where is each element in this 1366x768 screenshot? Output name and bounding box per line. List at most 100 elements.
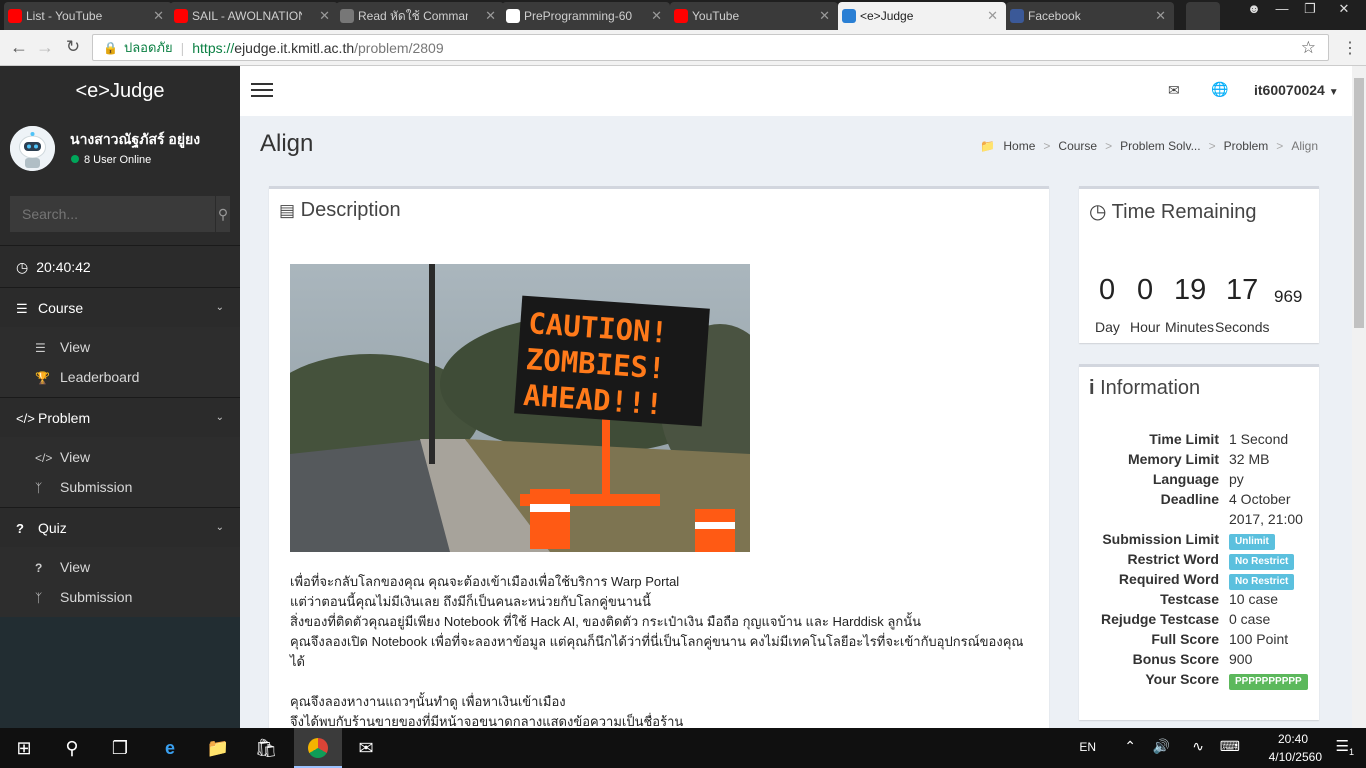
tab-close-icon[interactable]: ✕: [153, 8, 164, 24]
sidebar-item-problem-view[interactable]: </> View: [0, 442, 240, 472]
sidebar-section-problem[interactable]: </> Problem ⌄: [0, 397, 240, 437]
language-indicator[interactable]: EN: [1079, 740, 1096, 754]
sidebar: <e>Judge นางสาวณัฐภัสร์ อยู่ยง 8 User On…: [0, 66, 240, 728]
information-header: i Information: [1079, 367, 1319, 410]
sidebar-section-course[interactable]: ☰ Course ⌄: [0, 287, 240, 327]
file-explorer-icon[interactable]: 📁: [194, 728, 242, 768]
windows-start-icon[interactable]: ⊞: [0, 728, 48, 768]
info-badge-cell: Unlimit: [1229, 531, 1275, 550]
sidebar-item-label: View: [60, 339, 91, 355]
page-scrollbar[interactable]: [1352, 66, 1366, 728]
sidebar-item-quiz-view[interactable]: ? View: [0, 552, 240, 582]
windows-taskbar: ⊞ ⚲ ❐ e 📁 🛍 ✉ EN ⌃ 🔊 ∿ ⌨ 20:40 4/10/2560…: [0, 728, 1366, 768]
countdown-hour: 0: [1137, 274, 1154, 306]
info-value: 32 MB: [1229, 451, 1270, 467]
network-icon[interactable]: ∿: [1192, 738, 1204, 755]
reload-icon[interactable]: ↻: [62, 37, 84, 57]
sidebar-item-leaderboard[interactable]: 🏆 Leaderboard: [0, 362, 240, 392]
sidebar-item-quiz-submission[interactable]: ᛉ Submission: [0, 582, 240, 612]
scrollbar-thumb[interactable]: [1354, 78, 1364, 328]
browser-tab[interactable]: YouTube ✕: [670, 2, 838, 30]
page-title: Align: [260, 130, 314, 157]
information-box: i Information Time Limit 1 Second Memory L…: [1079, 364, 1319, 720]
tab-close-icon[interactable]: ✕: [1155, 8, 1166, 24]
itkmitl-icon: [842, 9, 856, 23]
browser-tab[interactable]: Read หัดใช้ Command ✕: [336, 2, 504, 30]
caret-down-icon: ▼: [1328, 87, 1339, 98]
online-dot-icon: [71, 155, 79, 163]
window-close-icon[interactable]: ✕: [1326, 0, 1362, 20]
info-badge-cell: No Restrict: [1229, 551, 1295, 570]
section-label: Quiz: [38, 520, 67, 536]
url-path: /problem/2809: [354, 39, 444, 56]
tab-close-icon[interactable]: ✕: [987, 8, 998, 24]
info-badge: No Restrict: [1229, 574, 1295, 590]
browser-tab[interactable]: PreProgramming-60 ✕: [502, 2, 670, 30]
chevron-up-icon[interactable]: ⌃: [1124, 738, 1136, 755]
taskbar-time[interactable]: 20:40: [1278, 732, 1308, 746]
mail-icon[interactable]: ✉: [1168, 82, 1180, 99]
breadcrumb-course[interactable]: Course: [1058, 139, 1097, 153]
restore-icon[interactable]: ❐: [1296, 0, 1324, 20]
sidebar-section-quiz[interactable]: ? Quiz ⌄: [0, 507, 240, 547]
tab-close-icon[interactable]: ✕: [651, 8, 662, 24]
sidebar-item-course-view[interactable]: ☰ View: [0, 332, 240, 362]
breadcrumb-problem[interactable]: Problem: [1224, 139, 1269, 153]
breadcrumb-problem-solving[interactable]: Problem Solv...: [1120, 139, 1200, 153]
profile-icon[interactable]: ☻: [1240, 0, 1268, 20]
address-bar[interactable]: 🔒 ปลอดภัย | https:// ejudge.it.kmitl.ac.…: [92, 34, 1329, 61]
breadcrumb: 📁 Home > Course > Problem Solv... > Problem…: [980, 139, 1318, 153]
search-input[interactable]: [10, 196, 215, 232]
browser-tab[interactable]: <e>Judge ✕: [838, 2, 1006, 30]
hamburger-menu-icon[interactable]: [251, 83, 273, 99]
info-row: Memory Limit 32 MB: [1079, 451, 1319, 471]
store-icon[interactable]: 🛍: [242, 728, 290, 768]
github-icon: [506, 9, 520, 23]
description-text: เพื่อที่จะกลับโลกของคุณ คุณจะต้องเข้าเมื…: [290, 572, 1030, 732]
minimize-icon[interactable]: —: [1268, 0, 1296, 20]
task-view-icon[interactable]: ❐: [96, 728, 144, 768]
info-row: Bonus Score 900: [1079, 651, 1319, 671]
info-key: Full Score: [1151, 631, 1219, 647]
list-icon: ☰: [16, 301, 28, 316]
facebook-icon: [1010, 9, 1024, 23]
browser-tab[interactable]: Facebook ✕: [1006, 2, 1174, 30]
keyboard-icon[interactable]: ⌨: [1220, 738, 1240, 755]
browser-tab[interactable]: SAIL - AWOLNATION ✕: [170, 2, 338, 30]
taskbar-date[interactable]: 4/10/2560: [1269, 750, 1322, 764]
edge-browser-icon[interactable]: e: [146, 728, 194, 768]
app-logo[interactable]: <e>Judge: [0, 66, 240, 116]
bookmark-star-icon[interactable]: ☆: [1301, 38, 1316, 58]
sidebar-item-problem-submission[interactable]: ᛉ Submission: [0, 472, 240, 502]
problem-submenu: </> View ᛉ Submission: [0, 437, 240, 507]
browser-menu-icon[interactable]: ⋮: [1342, 38, 1358, 58]
new-tab-button[interactable]: [1186, 2, 1220, 30]
breadcrumb-separator: >: [1105, 139, 1113, 153]
breadcrumb-home[interactable]: Home: [1003, 139, 1035, 153]
globe-icon[interactable]: 🌐: [1211, 81, 1228, 98]
clock-time: 20:40:42: [36, 259, 91, 275]
notification-icon[interactable]: ☰1: [1336, 737, 1354, 757]
sidebar-item-label: View: [60, 449, 91, 465]
user-menu[interactable]: it60070024 ▼: [1254, 82, 1339, 98]
back-icon[interactable]: ←: [8, 37, 30, 58]
browser-tab[interactable]: List - YouTube ✕: [4, 2, 172, 30]
tab-close-icon[interactable]: ✕: [485, 8, 496, 24]
browser-tab-title: Read หัดใช้ Command: [358, 8, 468, 23]
tab-close-icon[interactable]: ✕: [819, 8, 830, 24]
chrome-taskbar-icon[interactable]: [294, 728, 342, 768]
search-icon[interactable]: ⚲: [215, 196, 230, 232]
info-key: Deadline: [1160, 491, 1219, 507]
taskbar-search-icon[interactable]: ⚲: [48, 728, 96, 768]
tab-close-icon[interactable]: ✕: [319, 8, 330, 24]
countdown-seconds: 17: [1226, 274, 1259, 306]
info-key: Time Limit: [1149, 431, 1219, 447]
sidebar-item-label: Submission: [60, 479, 133, 495]
forward-icon[interactable]: →: [34, 37, 56, 58]
book-icon: [340, 9, 354, 23]
volume-icon[interactable]: 🔊: [1153, 738, 1170, 755]
info-badge: PPPPPPPPPP: [1229, 674, 1308, 690]
info-badge-cell: PPPPPPPPPP: [1229, 671, 1308, 690]
description-line: คุณจึงลองหางานแถวๆนั้นทำดู เพื่อหาเงินเข…: [290, 694, 566, 709]
mail-app-icon[interactable]: ✉: [342, 728, 390, 768]
